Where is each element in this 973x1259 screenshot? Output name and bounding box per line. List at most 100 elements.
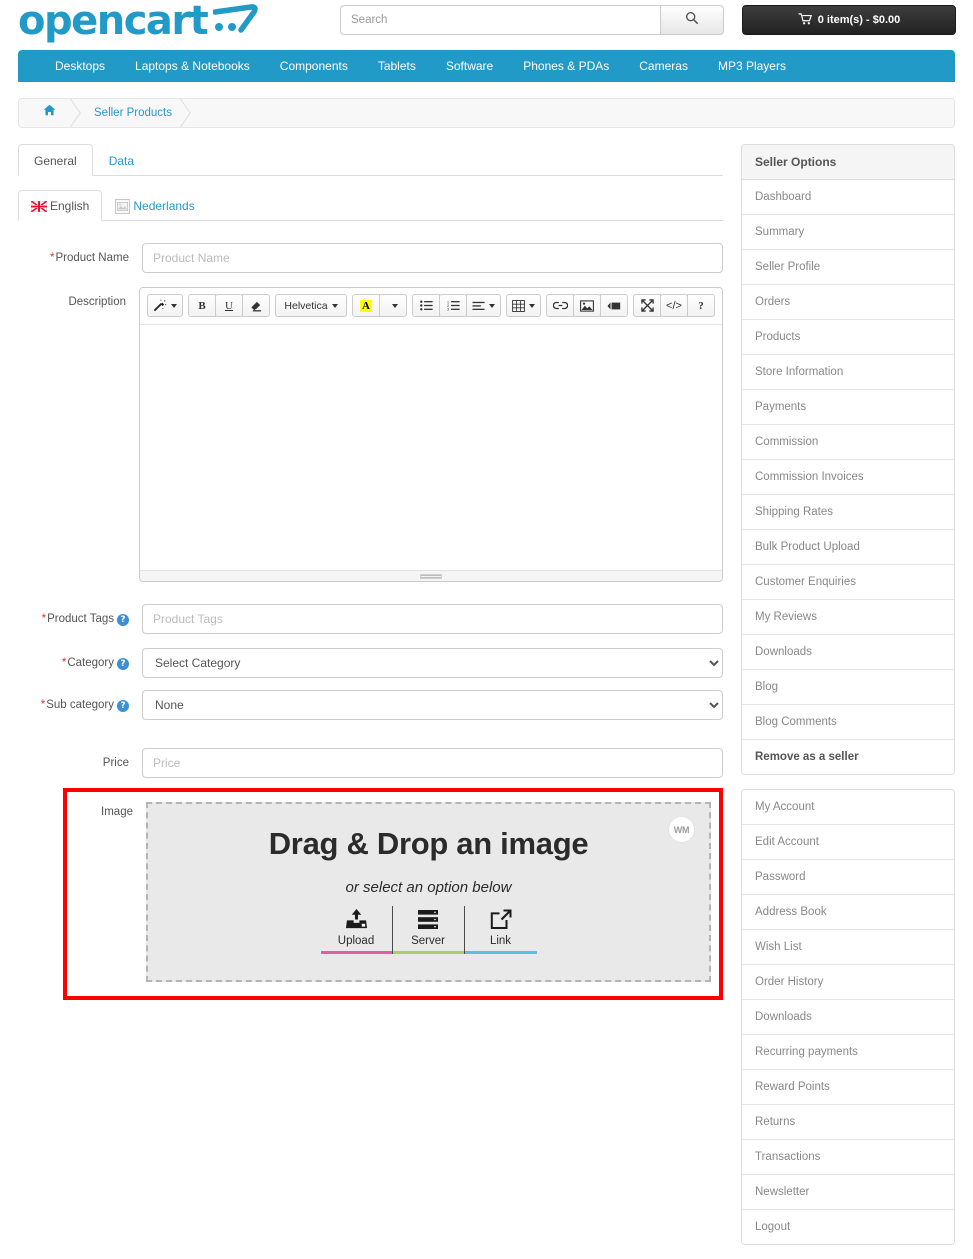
sidebar-item-reward-points[interactable]: Reward Points: [742, 1070, 954, 1105]
server-underline: [392, 951, 464, 954]
label-price: Price: [102, 757, 129, 769]
toolbar-group-view: </> ?: [633, 294, 715, 317]
sidebar-item-customer-enquiries[interactable]: Customer Enquiries: [742, 565, 954, 600]
nav-item-mp3[interactable]: MP3 Players: [703, 50, 801, 82]
sidebar-item-orders[interactable]: Orders: [742, 285, 954, 320]
eraser-icon[interactable]: [242, 294, 270, 317]
tab-general[interactable]: General: [18, 144, 93, 176]
font-name-select[interactable]: Helvetica: [275, 294, 347, 317]
sidebar-item-commission-invoices[interactable]: Commission Invoices: [742, 460, 954, 495]
field-product-name: *Product Name: [18, 243, 723, 273]
sidebar-item-blog-comments[interactable]: Blog Comments: [742, 705, 954, 740]
ordered-list-icon[interactable]: 123: [439, 294, 467, 317]
sidebar-item-newsletter[interactable]: Newsletter: [742, 1175, 954, 1210]
font-color-dropdown-icon[interactable]: [379, 294, 407, 317]
tab-language-nederlands[interactable]: Nederlands: [102, 190, 207, 221]
sidebar-item-dashboard[interactable]: Dashboard: [742, 180, 954, 215]
nav-item-phones[interactable]: Phones & PDAs: [508, 50, 624, 82]
nav-item-cameras[interactable]: Cameras: [624, 50, 703, 82]
sidebar-item-payments[interactable]: Payments: [742, 390, 954, 425]
unordered-list-icon[interactable]: [412, 294, 440, 317]
breadcrumb-item-seller-products[interactable]: Seller Products: [78, 99, 188, 127]
link-icon[interactable]: [546, 294, 574, 317]
nav-item-software[interactable]: Software: [431, 50, 508, 82]
seller-options-title: Seller Options: [742, 145, 954, 180]
nav-item-desktops[interactable]: Desktops: [40, 50, 120, 82]
dropzone-subtitle: or select an option below: [345, 879, 512, 896]
table-icon[interactable]: [506, 294, 541, 317]
search-button[interactable]: [660, 5, 724, 35]
sidebar-item-summary[interactable]: Summary: [742, 215, 954, 250]
seller-product-form: *Product Name Description: [18, 221, 723, 1000]
sidebar-item-commission[interactable]: Commission: [742, 425, 954, 460]
chevron-down-icon: [529, 303, 535, 308]
sidebar-item-my-account[interactable]: My Account: [742, 790, 954, 825]
image-dropzone[interactable]: WM Drag & Drop an image or select an opt…: [146, 802, 711, 982]
dropzone-option-server[interactable]: Server: [392, 906, 465, 954]
paragraph-align-icon[interactable]: [466, 294, 501, 317]
help-tooltip-icon[interactable]: ?: [117, 614, 129, 626]
sidebar-item-store-information[interactable]: Store Information: [742, 355, 954, 390]
sidebar-item-wish-list[interactable]: Wish List: [742, 930, 954, 965]
opencart-logo[interactable]: opencart: [18, 0, 259, 42]
help-tooltip-icon[interactable]: ?: [117, 700, 129, 712]
sidebar-item-blog[interactable]: Blog: [742, 670, 954, 705]
breadcrumb-home-link[interactable]: [29, 99, 78, 127]
nav-item-tablets[interactable]: Tablets: [363, 50, 431, 82]
toolbar-group-fontstyle: B U: [188, 294, 270, 317]
dropzone-option-link[interactable]: Link: [464, 906, 537, 954]
label-product-tags: *Product Tags?: [18, 604, 142, 634]
dropzone-options: Upload Server Link: [320, 906, 537, 954]
code-view-icon[interactable]: </>: [660, 294, 688, 317]
sidebar-item-edit-account[interactable]: Edit Account: [742, 825, 954, 860]
sidebar-item-address-book[interactable]: Address Book: [742, 895, 954, 930]
label-category: *Category?: [18, 648, 142, 678]
field-wrap-sub-category: None: [142, 690, 723, 720]
help-icon[interactable]: ?: [687, 294, 715, 317]
search-input[interactable]: [340, 5, 660, 35]
dropzone-option-upload-label: Upload: [337, 935, 375, 947]
price-input[interactable]: [142, 748, 723, 778]
tab-language-english[interactable]: English: [18, 190, 103, 221]
editor-resize-handle[interactable]: [420, 573, 442, 579]
sidebar-item-my-reviews[interactable]: My Reviews: [742, 600, 954, 635]
sidebar-item-seller-profile[interactable]: Seller Profile: [742, 250, 954, 285]
label-product-name-text: Product Name: [55, 252, 129, 264]
sidebar-item-shipping-rates[interactable]: Shipping Rates: [742, 495, 954, 530]
fullscreen-icon[interactable]: [633, 294, 661, 317]
bold-icon[interactable]: B: [188, 294, 216, 317]
external-link-icon: [490, 906, 512, 932]
sidebar-item-remove-as-a-seller[interactable]: Remove as a seller: [742, 740, 954, 774]
product-name-input[interactable]: [142, 243, 723, 273]
font-name-label: Helvetica: [284, 299, 328, 312]
chevron-down-icon: [171, 303, 177, 308]
tab-data[interactable]: Data: [93, 144, 150, 176]
sub-category-select[interactable]: None: [142, 690, 723, 720]
sidebar-item-bulk-product-upload[interactable]: Bulk Product Upload: [742, 530, 954, 565]
help-tooltip-icon[interactable]: ?: [117, 658, 129, 670]
nav-item-laptops[interactable]: Laptops & Notebooks: [120, 50, 265, 82]
sidebar-item-downloads[interactable]: Downloads: [742, 635, 954, 670]
dropzone-option-upload[interactable]: Upload: [320, 906, 393, 954]
magic-wand-icon[interactable]: [147, 294, 183, 317]
video-icon[interactable]: [600, 294, 628, 317]
toolbar-group-color: A: [352, 294, 407, 317]
sidebar-item-order-history[interactable]: Order History: [742, 965, 954, 1000]
svg-text:3: 3: [447, 308, 449, 311]
nav-item-components[interactable]: Components: [265, 50, 363, 82]
description-textarea[interactable]: [140, 325, 722, 570]
sidebar-item-recurring-payments[interactable]: Recurring payments: [742, 1035, 954, 1070]
sidebar-item-returns[interactable]: Returns: [742, 1105, 954, 1140]
underline-icon[interactable]: U: [215, 294, 243, 317]
sidebar-item-transactions[interactable]: Transactions: [742, 1140, 954, 1175]
product-tags-input[interactable]: [142, 604, 723, 634]
sidebar-item-products[interactable]: Products: [742, 320, 954, 355]
category-select[interactable]: Select Category: [142, 648, 723, 678]
cart-button[interactable]: 0 item(s) - $0.00: [742, 5, 956, 35]
sidebar-item-account-downloads[interactable]: Downloads: [742, 1000, 954, 1035]
sidebar-item-logout[interactable]: Logout: [742, 1210, 954, 1244]
picture-icon[interactable]: [573, 294, 601, 317]
sidebar-item-password[interactable]: Password: [742, 860, 954, 895]
font-color-icon[interactable]: A: [352, 294, 380, 317]
editor-statusbar: [140, 570, 722, 581]
